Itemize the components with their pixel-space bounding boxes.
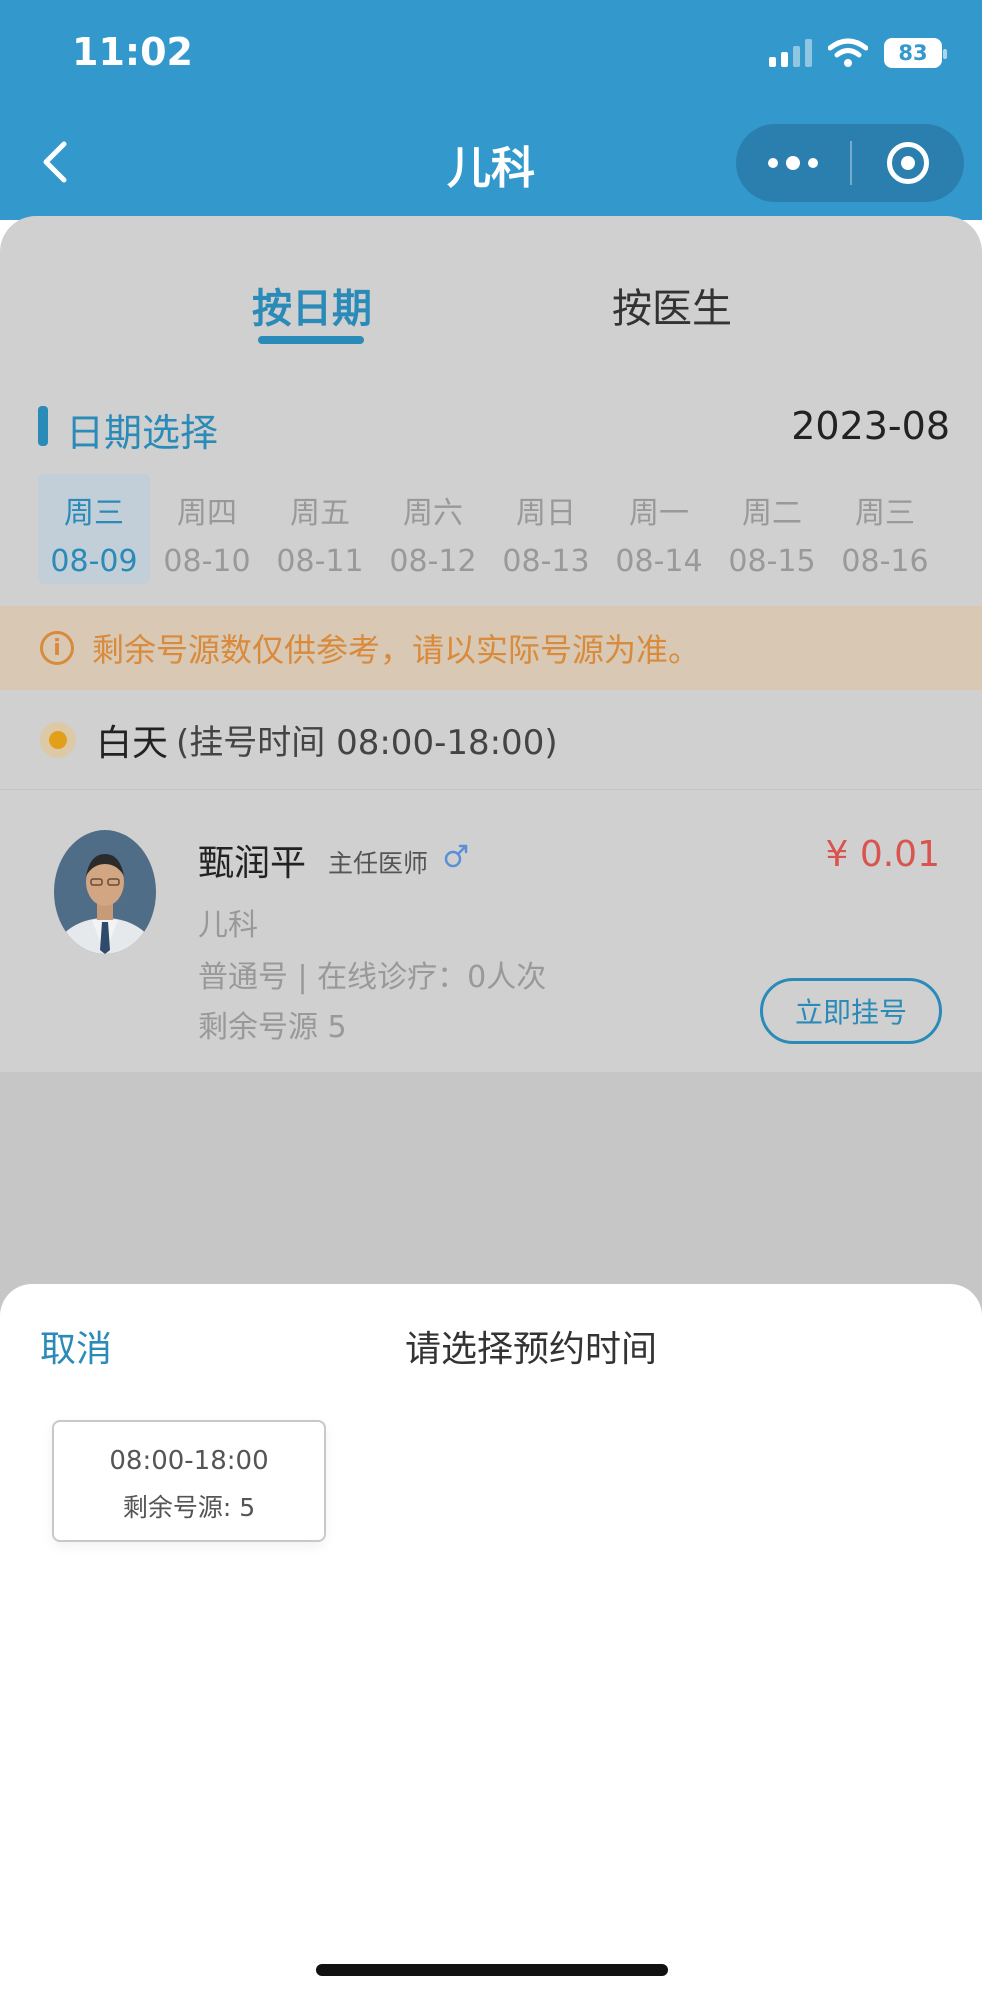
- doctor-department: 儿科: [198, 908, 258, 943]
- period-header: 白天 (挂号时间 08:00-18:00): [0, 690, 982, 790]
- day-weekday: 周四: [177, 496, 237, 531]
- day-item[interactable]: 周日 08-13: [490, 474, 602, 584]
- cellular-signal-icon: [769, 39, 812, 67]
- doctor-avatar: [54, 830, 156, 954]
- day-date: 08-16: [841, 544, 929, 579]
- wifi-icon: [828, 38, 868, 67]
- day-item[interactable]: 周五 08-11: [264, 474, 376, 584]
- period-range: (挂号时间 08:00-18:00): [176, 723, 558, 763]
- day-item[interactable]: 周一 08-14: [603, 474, 715, 584]
- close-mini-program-icon[interactable]: [852, 124, 964, 202]
- period-label: 白天: [96, 722, 169, 764]
- info-icon: i: [40, 631, 74, 665]
- day-item[interactable]: 周六 08-12: [377, 474, 489, 584]
- time-slot-option[interactable]: 08:00-18:00 剩余号源: 5: [52, 1420, 326, 1542]
- doctor-price: ¥ 0.01: [825, 834, 940, 875]
- day-weekday: 周三: [855, 496, 915, 531]
- day-weekday: 周三: [64, 496, 124, 531]
- tab-by-doctor[interactable]: 按医生: [612, 276, 732, 334]
- day-selector: 周三 08-09 周四 08-10 周五 08-11 周六 08-12 周日 08-13 …: [38, 474, 948, 584]
- day-item[interactable]: 周三 08-16: [829, 474, 941, 584]
- more-options-icon[interactable]: [736, 124, 850, 202]
- tab-by-date[interactable]: 按日期: [252, 276, 372, 334]
- day-weekday: 周五: [290, 496, 350, 531]
- section-accent-bar: [38, 406, 48, 446]
- sun-dot-icon: [40, 721, 76, 758]
- home-indicator: [316, 1964, 668, 1976]
- male-gender-icon: [444, 844, 468, 868]
- doctor-card[interactable]: 甄润平 主任医师 ¥ 0.01 儿科 普通号 | 在线诊疗：0人次 剩余号源 5…: [0, 792, 982, 1072]
- doctor-visit-type: 普通号 | 在线诊疗：0人次: [198, 960, 547, 995]
- active-tab-indicator: [258, 336, 364, 344]
- day-date: 08-15: [728, 544, 816, 579]
- status-icons: 83: [769, 38, 947, 68]
- date-section-title: 日期选择: [66, 411, 219, 455]
- day-date: 08-13: [502, 544, 590, 579]
- battery-icon: 83: [884, 38, 947, 68]
- doctor-name: 甄润平: [198, 843, 307, 884]
- slot-time: 08:00-18:00: [109, 1446, 269, 1476]
- top-bar: 11:02 83 儿科: [0, 0, 982, 220]
- tab-bar: 按日期 按医生: [0, 216, 982, 366]
- day-item[interactable]: 周三 08-09: [38, 474, 150, 584]
- day-date: 08-14: [615, 544, 703, 579]
- doctor-title: 主任医师: [328, 849, 429, 878]
- day-date: 08-11: [276, 544, 364, 579]
- day-date: 08-09: [50, 544, 138, 579]
- mini-program-capsule: [736, 124, 964, 202]
- day-weekday: 周六: [403, 496, 463, 531]
- day-item[interactable]: 周二 08-15: [716, 474, 828, 584]
- day-weekday: 周二: [742, 496, 802, 531]
- month-label[interactable]: 2023-08: [791, 404, 950, 448]
- day-weekday: 周日: [516, 496, 576, 531]
- time-picker-sheet: 取消 请选择预约时间 08:00-18:00 剩余号源: 5: [0, 1284, 982, 1996]
- notice-banner: i 剩余号源数仅供参考，请以实际号源为准。: [0, 606, 982, 690]
- book-now-button[interactable]: 立即挂号: [760, 978, 942, 1044]
- day-date: 08-10: [163, 544, 251, 579]
- notice-text: 剩余号源数仅供参考，请以实际号源为准。: [92, 631, 701, 669]
- day-item[interactable]: 周四 08-10: [151, 474, 263, 584]
- sheet-title: 请选择预约时间: [404, 1329, 657, 1370]
- day-weekday: 周一: [629, 496, 689, 531]
- doctor-remaining-slots: 剩余号源 5: [198, 1010, 347, 1045]
- status-time: 11:02: [72, 30, 193, 74]
- slot-remaining: 剩余号源: 5: [122, 1493, 256, 1522]
- day-date: 08-12: [389, 544, 477, 579]
